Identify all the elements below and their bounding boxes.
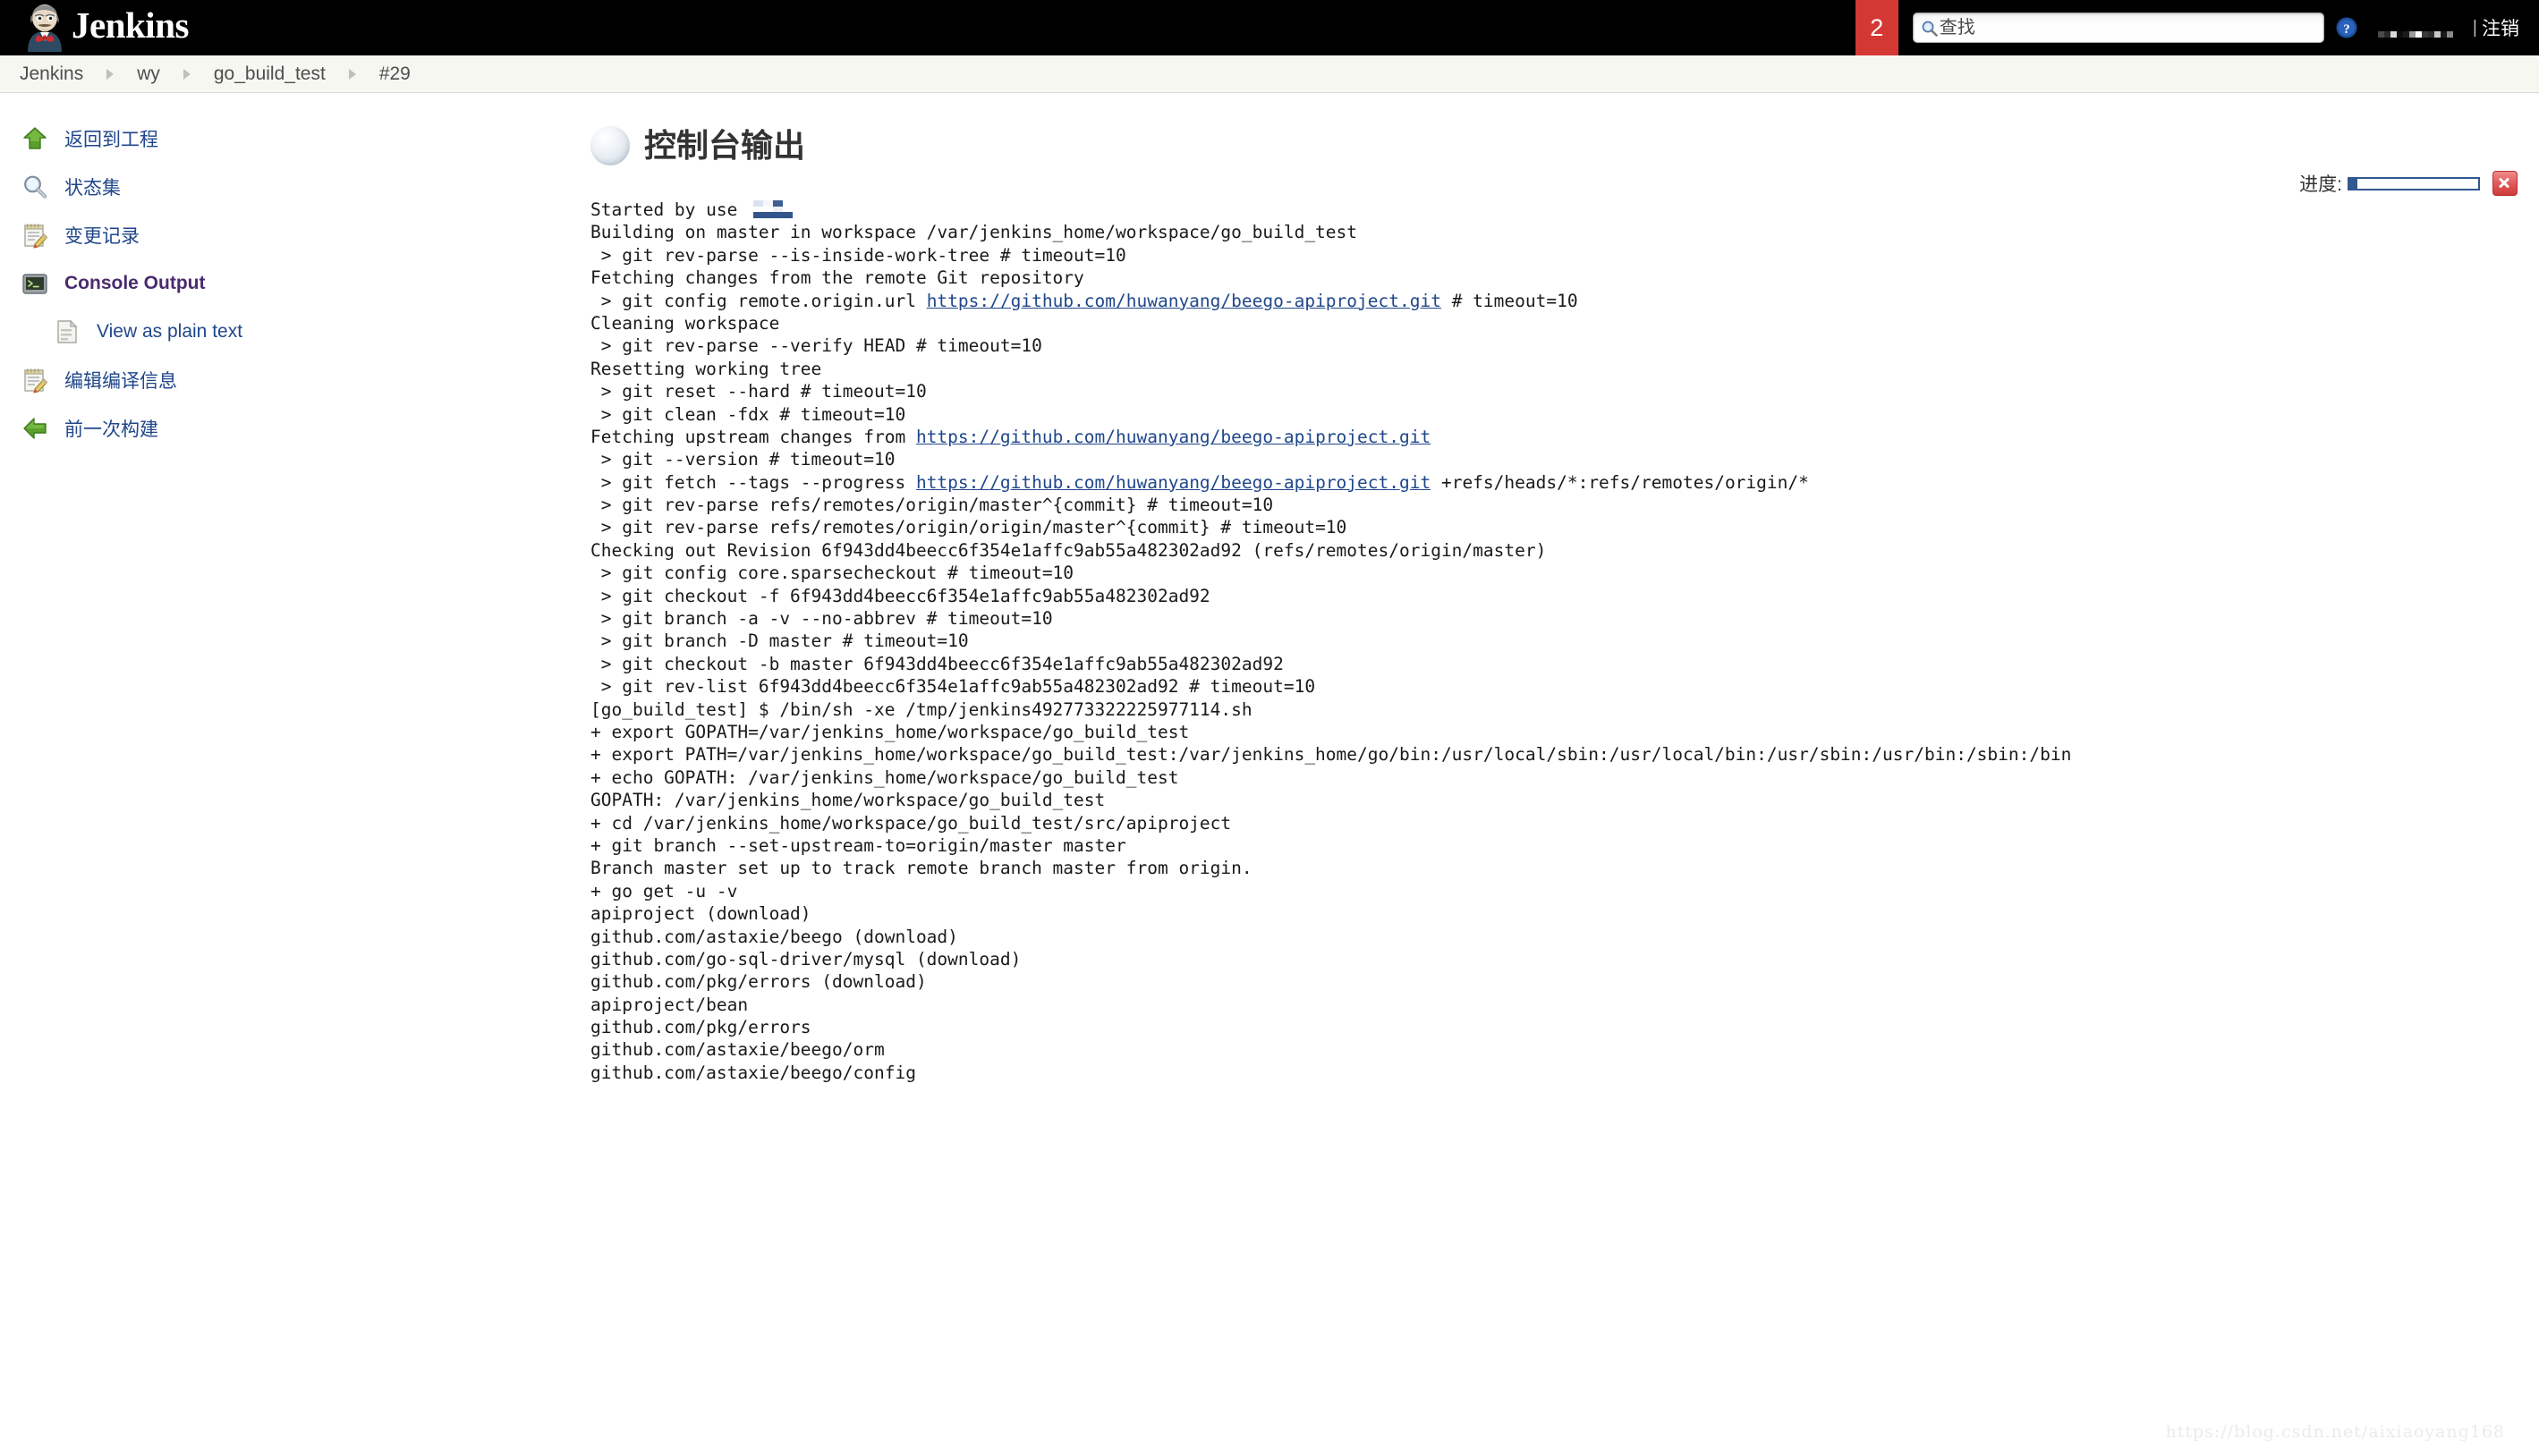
breadcrumb-item-build-number[interactable]: #29 <box>379 63 411 85</box>
sidebar-item-console-output[interactable]: Console Output <box>0 259 573 308</box>
sidebar-item-label: 变更记录 <box>64 226 140 247</box>
console-line: GOPATH: /var/jenkins_home/workspace/go_b… <box>590 790 1106 811</box>
notepad-pencil-icon <box>20 365 50 395</box>
brand-title: Jenkins <box>72 4 189 46</box>
sidebar-item-previous-build[interactable]: 前一次构建 <box>0 404 573 453</box>
console-line: > git config remote.origin.url https://g… <box>590 290 1578 311</box>
breadcrumb-item-jenkins[interactable]: Jenkins <box>20 63 83 85</box>
console-repository-link[interactable]: https://github.com/huwanyang/beego-apipr… <box>927 291 1441 311</box>
console-line: Started by use <box>590 199 2539 221</box>
console-output-log[interactable]: Started by use Building on master in wor… <box>590 199 2539 1084</box>
console-line: github.com/astaxie/beego/config <box>590 1062 916 1083</box>
console-line: Building on master in workspace /var/jen… <box>590 222 1358 243</box>
grey-ball-icon <box>590 126 630 165</box>
top-bar-right-cluster: 2 查找 ? | 注销 <box>1855 0 2539 55</box>
magnifier-icon <box>20 172 50 202</box>
console-line: apiproject (download) <box>590 903 811 925</box>
svg-text:?: ? <box>2343 22 2350 37</box>
console-line: Resetting working tree <box>590 358 822 379</box>
console-line: Fetching changes from the remote Git rep… <box>590 267 1084 289</box>
console-line: > git --version # timeout=10 <box>590 449 896 470</box>
sidebar-item-back-to-project[interactable]: 返回到工程 <box>0 114 573 163</box>
sidebar-item-label: 状态集 <box>64 178 121 199</box>
console-line: > git rev-parse refs/remotes/origin/mast… <box>590 495 1274 516</box>
console-line: + export PATH=/var/jenkins_home/workspac… <box>590 744 2072 766</box>
console-line: > git rev-parse --is-inside-work-tree # … <box>590 244 1126 266</box>
left-arrow-icon <box>20 413 50 444</box>
document-icon <box>52 317 82 347</box>
console-line: + go get -u -v <box>590 880 738 902</box>
search-placeholder-text: 查找 <box>1939 18 1975 38</box>
jenkins-home-link[interactable]: Jenkins <box>0 0 189 55</box>
console-line: > git fetch --tags --progress https://gi… <box>590 471 1809 493</box>
notification-badge[interactable]: 2 <box>1855 0 1898 55</box>
console-line: + git branch --set-upstream-to=origin/ma… <box>590 834 1126 856</box>
console-line: + echo GOPATH: /var/jenkins_home/workspa… <box>590 766 1179 788</box>
sidebar-item-view-as-plain-text[interactable]: View as plain text <box>0 308 573 356</box>
console-line: > git checkout -f 6f943dd4beecc6f354e1af… <box>590 585 1210 606</box>
console-line: + export GOPATH=/var/jenkins_home/worksp… <box>590 721 1190 742</box>
breadcrumb-item-wy[interactable]: wy <box>137 63 160 85</box>
logout-link[interactable]: 注销 <box>2482 14 2519 41</box>
chevron-right-icon <box>183 68 191 80</box>
console-line: > git checkout -b master 6f943dd4beecc6f… <box>590 653 1284 674</box>
logout-separator: | <box>2472 17 2477 38</box>
search-icon <box>1921 20 1938 37</box>
console-line: > git config core.sparsecheckout # timeo… <box>590 563 1074 584</box>
console-line: > git clean -fdx # timeout=10 <box>590 403 906 425</box>
build-progress-widget: 进度: <box>2299 170 2518 197</box>
breadcrumb-item-go-build-test[interactable]: go_build_test <box>214 63 326 85</box>
console-line: > git rev-parse refs/remotes/origin/orig… <box>590 517 1347 538</box>
console-line: github.com/astaxie/beego/orm <box>590 1039 885 1061</box>
chevron-right-icon <box>348 68 356 80</box>
console-line: + cd /var/jenkins_home/workspace/go_buil… <box>590 812 1232 834</box>
sidebar-item-status[interactable]: 状态集 <box>0 163 573 211</box>
sidebar-item-label: 前一次构建 <box>64 419 158 440</box>
console-line: apiproject/bean <box>590 994 749 1015</box>
main-content: 控制台输出 进度: Started by use Building on mas… <box>590 114 2539 1102</box>
started-by-user-redacted <box>753 200 794 218</box>
console-line: > git reset --hard # timeout=10 <box>590 381 927 402</box>
console-line: github.com/go-sql-driver/mysql (download… <box>590 948 1022 969</box>
jenkins-butler-logo <box>23 4 66 52</box>
sidebar-item-label: 编辑编译信息 <box>64 371 177 392</box>
chevron-right-icon <box>106 68 115 80</box>
terminal-icon <box>20 268 50 299</box>
page-header: 控制台输出 <box>590 114 2539 177</box>
progress-bar <box>2348 176 2480 190</box>
console-line: > git rev-parse --verify HEAD # timeout=… <box>590 335 1042 357</box>
sidebar-item-label: 返回到工程 <box>64 130 158 150</box>
console-line: github.com/pkg/errors <box>590 1017 811 1038</box>
breadcrumb: Jenkins wy go_build_test #29 <box>0 55 2539 93</box>
console-line: [go_build_test] $ /bin/sh -xe /tmp/jenki… <box>590 698 1253 720</box>
top-navigation-bar: Jenkins 2 查找 ? | 注销 <box>0 0 2539 55</box>
watermark: https://blog.csdn.net/aixiaoyang168 <box>2165 1422 2505 1442</box>
up-arrow-icon <box>20 123 50 154</box>
search-container: 查找 <box>1912 13 2324 43</box>
notepad-pencil-icon <box>20 220 50 250</box>
user-name-redacted[interactable] <box>2377 18 2453 38</box>
console-line: github.com/pkg/errors (download) <box>590 971 927 993</box>
sidebar-item-label: View as plain text <box>97 321 243 342</box>
sidebar: 返回到工程 状态集 变更记录 Console Output View as pl… <box>0 114 573 453</box>
progress-label: 进度: <box>2299 174 2342 195</box>
sidebar-item-changes[interactable]: 变更记录 <box>0 211 573 259</box>
console-repository-link[interactable]: https://github.com/huwanyang/beego-apipr… <box>916 427 1431 447</box>
console-line: Checking out Revision 6f943dd4beecc6f354… <box>590 539 1547 561</box>
console-line: > git branch -a -v --no-abbrev # timeout… <box>590 608 1053 630</box>
console-line: github.com/astaxie/beego (download) <box>590 926 958 947</box>
sidebar-item-edit-build-information[interactable]: 编辑编译信息 <box>0 356 573 404</box>
console-line: > git branch -D master # timeout=10 <box>590 631 969 652</box>
console-line: Branch master set up to track remote bra… <box>590 858 1253 879</box>
cancel-build-button[interactable] <box>2492 171 2518 196</box>
console-line: Cleaning workspace <box>590 312 780 334</box>
console-line: Fetching upstream changes from https://g… <box>590 426 1431 447</box>
sidebar-item-label: Console Output <box>64 273 206 293</box>
page-title: 控制台输出 <box>644 127 806 164</box>
help-circle-icon[interactable]: ? <box>2335 16 2358 39</box>
console-line: > git rev-list 6f943dd4beecc6f354e1affc9… <box>590 676 1316 698</box>
progress-bar-fill <box>2349 178 2357 189</box>
console-repository-link[interactable]: https://github.com/huwanyang/beego-apipr… <box>916 472 1431 493</box>
search-input[interactable]: 查找 <box>1912 13 2324 43</box>
